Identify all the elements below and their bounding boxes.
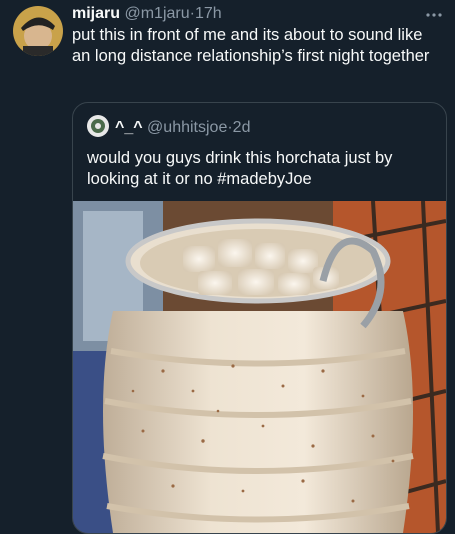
tweet-text: put this in front of me and its about to… — [72, 26, 430, 65]
author-handle[interactable]: @m1jaru — [124, 5, 189, 22]
author-name[interactable]: mijaru — [72, 5, 120, 22]
avatar[interactable] — [13, 6, 63, 56]
quote-header: ^_^ @uhhitsjoe·2d — [87, 115, 251, 139]
timestamp[interactable]: 17h — [195, 5, 222, 22]
quote-author-name[interactable]: ^_^ — [115, 119, 143, 136]
quote-author-handle[interactable]: @uhhitsjoe — [147, 119, 227, 136]
more-icon[interactable] — [425, 5, 443, 21]
quote-avatar[interactable] — [87, 115, 109, 137]
tweet-header: mijaru @m1jaru·17h — [72, 4, 222, 24]
quoted-tweet[interactable]: ^_^ @uhhitsjoe·2d would you guys drink t… — [72, 102, 447, 534]
horchata-jar-photo[interactable] — [73, 200, 446, 533]
quote-timestamp[interactable]: 2d — [233, 119, 251, 136]
quote-text: would you guys drink this horchata just … — [87, 149, 393, 188]
